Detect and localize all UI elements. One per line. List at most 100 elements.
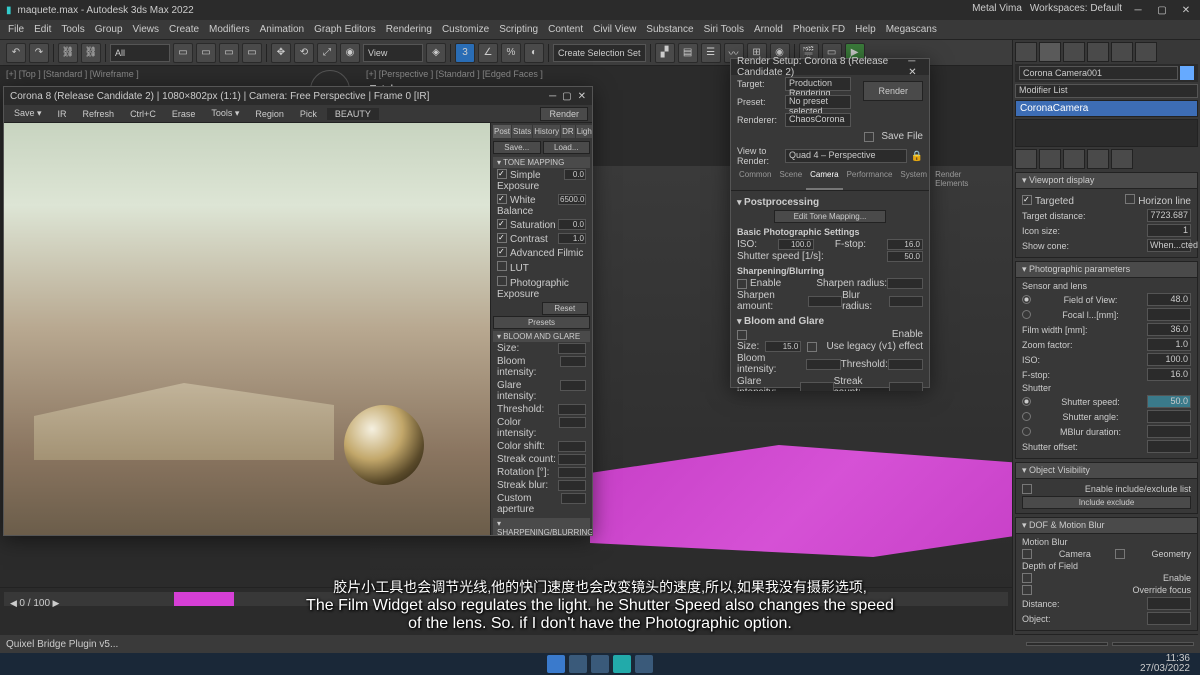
vfb-bloom-header[interactable]: BLOOM AND GLARE	[493, 331, 590, 342]
vfb-tab-lightmix[interactable]: LightMix	[576, 125, 592, 138]
redo-button[interactable]: ↷	[29, 43, 49, 63]
vfb-tab-history[interactable]: History	[533, 125, 560, 138]
unlink-button[interactable]: ⛓	[81, 43, 101, 63]
undo-button[interactable]: ↶	[6, 43, 26, 63]
vfb-render[interactable]: Render	[540, 107, 588, 121]
vfb-save[interactable]: Save ▾	[8, 108, 48, 119]
maximize-button[interactable]: ▢	[1154, 3, 1170, 17]
vfb-tools[interactable]: Tools ▾	[205, 108, 245, 119]
rs-blur-radius[interactable]	[889, 296, 923, 307]
menu-phoenix[interactable]: Phoenix FD	[793, 24, 845, 35]
rs-tab-common[interactable]: Common	[735, 168, 775, 190]
object-name-input[interactable]	[1019, 66, 1178, 80]
menu-group[interactable]: Group	[95, 24, 123, 35]
fov[interactable]: 48.0	[1147, 293, 1191, 306]
rs-min[interactable]: ─	[908, 56, 915, 67]
workspace-label[interactable]: Workspaces: Default	[1030, 3, 1122, 17]
vfb-render-image[interactable]	[4, 123, 490, 535]
vfb-erase[interactable]: Erase	[166, 109, 202, 119]
menu-modifiers[interactable]: Modifiers	[209, 24, 250, 35]
tab-create[interactable]	[1015, 42, 1037, 62]
rs-sharpen-amount[interactable]	[808, 296, 842, 307]
task-3dsmax[interactable]	[613, 655, 631, 673]
tab-modify[interactable]	[1039, 42, 1061, 62]
place-button[interactable]: ◉	[340, 43, 360, 63]
minimize-button[interactable]: ─	[1130, 3, 1146, 17]
rs-preset-combo[interactable]: No preset selected	[785, 95, 851, 109]
menu-scripting[interactable]: Scripting	[499, 24, 538, 35]
vfb-refresh[interactable]: Refresh	[77, 109, 121, 119]
vfb-titlebar[interactable]: Corona 8 (Release Candidate 2) | 1080×80…	[4, 87, 592, 105]
lock-icon[interactable]: 🔒	[911, 151, 923, 162]
focal-length[interactable]	[1147, 308, 1191, 321]
ref-coord-system[interactable]: View	[363, 44, 423, 62]
vfb-beauty[interactable]: BEAUTY	[327, 108, 379, 120]
percent-snap-button[interactable]: %	[501, 43, 521, 63]
rollout-dof[interactable]: DOF & Motion Blur	[1015, 517, 1198, 534]
show-cone[interactable]: When...cted	[1147, 239, 1191, 252]
rollout-viewport[interactable]: Viewport display	[1015, 172, 1198, 189]
rs-shutter[interactable]: 50.0	[887, 251, 923, 262]
rollout-photo[interactable]: Photographic parameters	[1015, 261, 1198, 278]
vfb-save-btn[interactable]: Save...	[493, 141, 541, 154]
fstop[interactable]: 16.0	[1147, 368, 1191, 381]
selection-filter[interactable]: All	[110, 44, 170, 62]
vfb-minimize[interactable]: ─	[549, 91, 556, 102]
system-tray-time[interactable]: 11:3627/03/2022	[1140, 654, 1190, 674]
vfb-sharp-header[interactable]: SHARPENING/BLURRING	[493, 518, 590, 535]
zoom-factor[interactable]: 1.0	[1147, 338, 1191, 351]
align-button[interactable]: ▤	[678, 43, 698, 63]
menu-edit[interactable]: Edit	[34, 24, 51, 35]
vfb-tonemapping-header[interactable]: TONE MAPPING	[493, 157, 590, 168]
vfb-pick[interactable]: Pick	[294, 109, 323, 119]
timeline-marker[interactable]	[174, 592, 234, 606]
shutter-speed[interactable]: 50.0	[1147, 395, 1191, 408]
rs-iso[interactable]: 100.0	[778, 239, 814, 250]
layers-button[interactable]: ☰	[701, 43, 721, 63]
menu-create[interactable]: Create	[169, 24, 199, 35]
rs-tab-camera[interactable]: Camera	[806, 168, 842, 190]
remove-modifier[interactable]	[1087, 149, 1109, 169]
rs-titlebar[interactable]: Render Setup: Corona 8 (Release Candidat…	[731, 59, 929, 75]
configure-sets[interactable]	[1111, 149, 1133, 169]
icon-size[interactable]: 1	[1147, 224, 1191, 237]
spinner-snap-button[interactable]: ◐	[524, 43, 544, 63]
vfb-tab-dr[interactable]: DR	[561, 125, 575, 138]
rs-tab-renderelements[interactable]: Render Elements	[931, 168, 972, 190]
target-distance[interactable]: 7723.687	[1147, 209, 1191, 222]
tab-display[interactable]	[1111, 42, 1133, 62]
use-pivot-button[interactable]: ◈	[426, 43, 446, 63]
menu-siritools[interactable]: Siri Tools	[704, 24, 744, 35]
task-app[interactable]	[635, 655, 653, 673]
rs-tab-scene[interactable]: Scene	[775, 168, 806, 190]
vfb-ctrlc[interactable]: Ctrl+C	[124, 109, 162, 119]
scale-button[interactable]: ⤢	[317, 43, 337, 63]
select-name-button[interactable]: ▭	[196, 43, 216, 63]
modifier-stack-item[interactable]: CoronaCamera	[1015, 100, 1198, 117]
rs-savefile-check[interactable]	[864, 132, 874, 142]
window-crossing-button[interactable]: ▭	[242, 43, 262, 63]
tab-utilities[interactable]	[1135, 42, 1157, 62]
menu-arnold[interactable]: Arnold	[754, 24, 783, 35]
rs-render-button[interactable]: Render	[863, 81, 923, 101]
close-button[interactable]: ✕	[1178, 3, 1194, 17]
angle-snap-button[interactable]: ∠	[478, 43, 498, 63]
vfb-tab-stats[interactable]: Stats	[512, 125, 532, 138]
rs-tab-performance[interactable]: Performance	[843, 168, 897, 190]
iso[interactable]: 100.0	[1147, 353, 1191, 366]
menu-substance[interactable]: Substance	[646, 24, 693, 35]
select-button[interactable]: ▭	[173, 43, 193, 63]
vfb-presets-btn[interactable]: Presets	[493, 316, 590, 329]
menu-help[interactable]: Help	[855, 24, 876, 35]
menu-tools[interactable]: Tools	[61, 24, 84, 35]
vfb-load-btn[interactable]: Load...	[543, 141, 591, 154]
tab-hierarchy[interactable]	[1063, 42, 1085, 62]
rs-renderer-combo[interactable]: ChaosCorona	[785, 113, 851, 127]
selection-set-input[interactable]: Create Selection Set	[553, 44, 646, 62]
rs-fstop[interactable]: 16.0	[887, 239, 923, 250]
signin-label[interactable]: Metal Vima	[972, 3, 1022, 17]
menu-content[interactable]: Content	[548, 24, 583, 35]
menu-animation[interactable]: Animation	[260, 24, 304, 35]
menu-grapheditors[interactable]: Graph Editors	[314, 24, 376, 35]
pin-stack[interactable]	[1015, 149, 1037, 169]
